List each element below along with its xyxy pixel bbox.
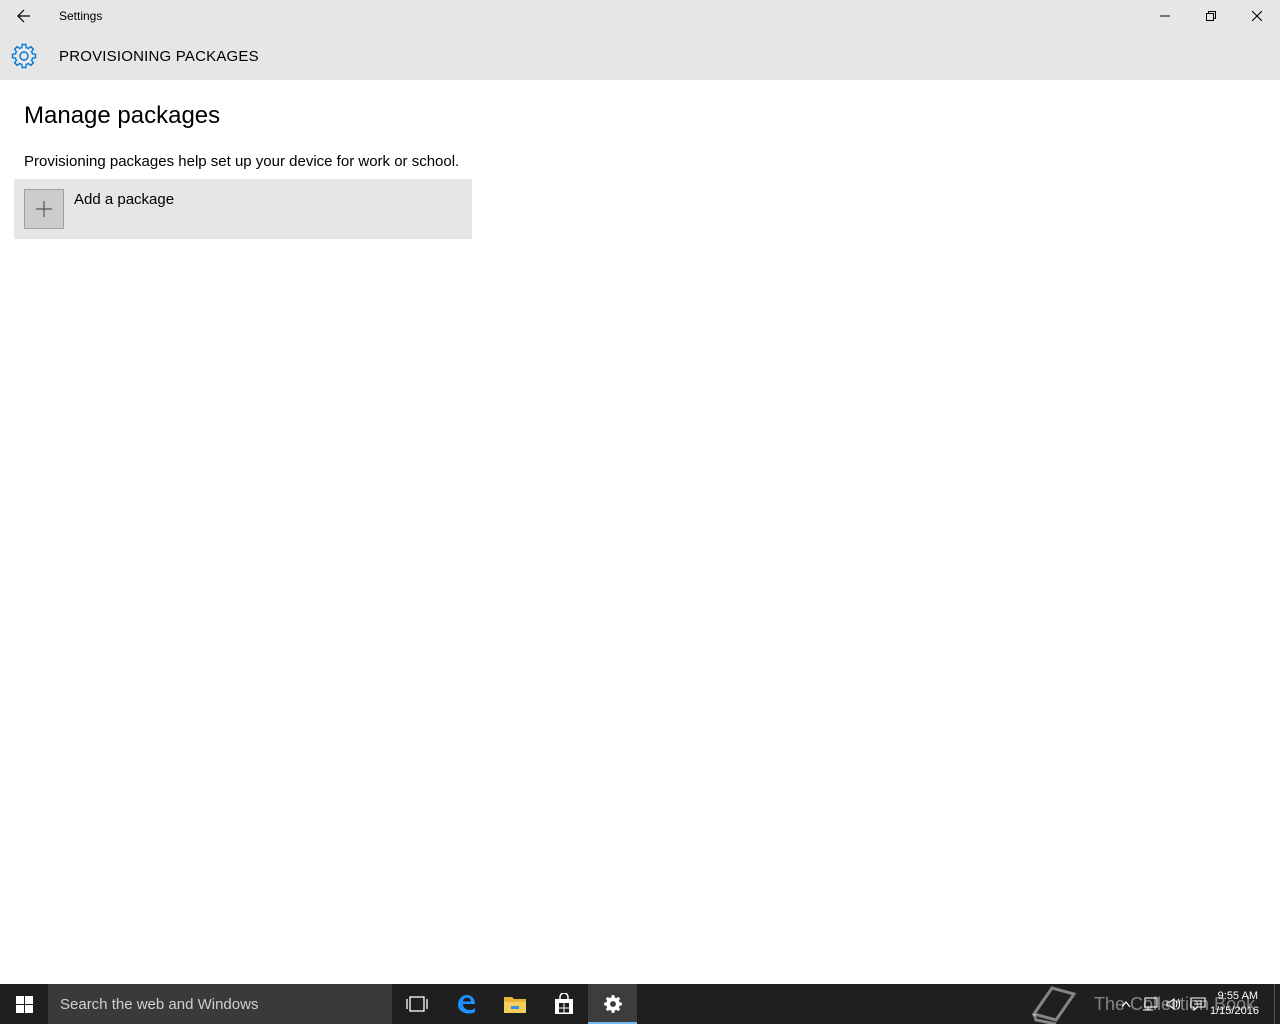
store-button[interactable]: [539, 984, 588, 1024]
chevron-up-icon: [1121, 1001, 1131, 1008]
clock[interactable]: 9:55 AM 1/15/2016: [1210, 989, 1274, 1019]
volume-button[interactable]: [1162, 984, 1186, 1024]
back-button[interactable]: [0, 0, 48, 32]
title-bar: Settings: [0, 0, 1280, 32]
taskbar: Search the web and Windows The Collectio…: [0, 984, 1280, 1024]
settings-taskbar-button[interactable]: [588, 984, 637, 1024]
settings-icon: [603, 995, 622, 1013]
task-view-button[interactable]: [392, 984, 441, 1024]
system-tray: 9:55 AM 1/15/2016: [1114, 984, 1280, 1024]
start-button[interactable]: [0, 984, 48, 1024]
windows-logo-icon: [15, 995, 33, 1013]
close-icon: [1252, 11, 1262, 21]
edge-icon: [457, 995, 475, 1014]
minimize-icon: [1160, 15, 1170, 17]
store-icon: [554, 993, 573, 1014]
file-explorer-button[interactable]: [490, 984, 539, 1024]
network-button[interactable]: [1138, 984, 1162, 1024]
book-icon: [1031, 986, 1077, 1024]
plus-icon: [36, 201, 52, 217]
clock-time: 9:55 AM: [1217, 990, 1258, 1002]
action-center-button[interactable]: [1186, 984, 1210, 1024]
show-desktop-button[interactable]: [1274, 984, 1280, 1024]
window-title: Settings: [59, 9, 103, 23]
restore-icon: [1206, 11, 1216, 21]
show-hidden-icons-button[interactable]: [1114, 984, 1138, 1024]
search-placeholder: Search the web and Windows: [60, 995, 259, 1013]
back-arrow-icon: [17, 9, 30, 23]
network-icon: [1143, 997, 1158, 1011]
caption-buttons: [1142, 0, 1280, 32]
task-view-icon: [405, 996, 428, 1012]
header-title: PROVISIONING PACKAGES: [59, 47, 259, 65]
main-content: Manage packages Provisioning packages he…: [0, 80, 1280, 984]
action-center-icon: [1190, 997, 1206, 1011]
header-icon: [0, 32, 48, 80]
page-title: Manage packages: [24, 102, 221, 129]
clock-date: 1/15/2016: [1210, 1005, 1259, 1017]
plus-tile: [24, 189, 64, 229]
add-package-label: Add a package: [74, 191, 175, 208]
search-input[interactable]: Search the web and Windows: [48, 984, 392, 1024]
close-button[interactable]: [1234, 0, 1280, 32]
minimize-button[interactable]: [1142, 0, 1188, 32]
page-header: PROVISIONING PACKAGES: [0, 32, 1280, 80]
settings-window: Settings PROVISIONING PACKAGES Manage pa…: [0, 0, 1280, 984]
volume-icon: [1166, 997, 1181, 1011]
gear-icon: [11, 43, 37, 69]
edge-button[interactable]: [441, 984, 490, 1024]
add-package-button[interactable]: Add a package: [14, 179, 472, 239]
page-description: Provisioning packages help set up your d…: [24, 153, 460, 170]
restore-button[interactable]: [1188, 0, 1234, 32]
file-explorer-icon: [503, 997, 526, 1013]
